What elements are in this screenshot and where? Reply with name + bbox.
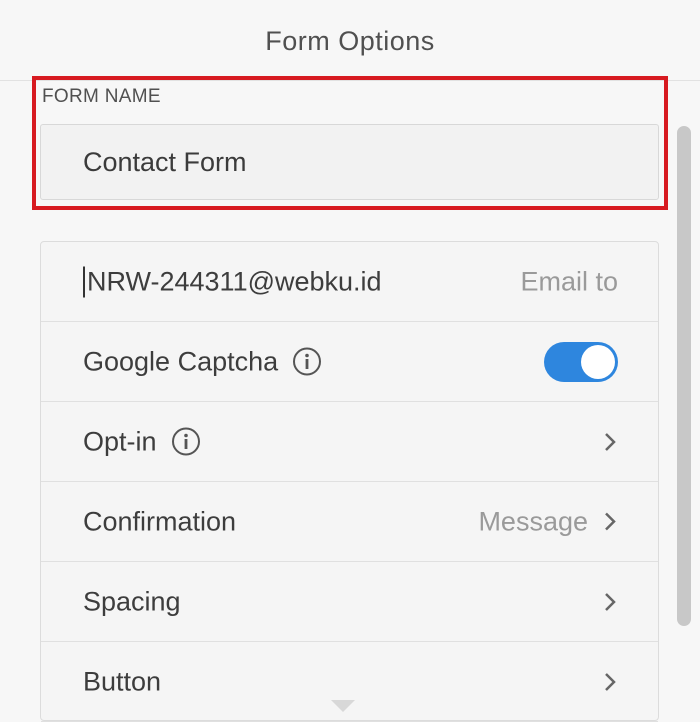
scrollbar[interactable] [677, 126, 691, 626]
info-icon[interactable] [171, 427, 201, 457]
confirmation-label: Confirmation [83, 506, 237, 536]
button-label: Button [83, 666, 162, 696]
opt-in-label: Opt-in [83, 426, 157, 456]
panel-header: Form Options [0, 0, 700, 81]
google-captcha-row[interactable]: Google Captcha [41, 322, 658, 402]
chevron-right-icon [605, 512, 616, 531]
spacing-label: Spacing [83, 586, 181, 616]
spacing-row[interactable]: Spacing [41, 562, 658, 642]
email-to-input[interactable]: NRW-244311@webku.id [83, 266, 382, 297]
google-captcha-toggle[interactable] [544, 341, 618, 382]
confirmation-value: Message [478, 506, 588, 536]
info-icon[interactable] [292, 347, 322, 377]
google-captcha-label: Google Captcha [83, 346, 279, 376]
panel-title: Form Options [265, 26, 435, 56]
chevron-right-icon [605, 432, 616, 451]
toggle-knob [581, 344, 615, 379]
chevron-right-icon [605, 672, 616, 691]
form-name-input[interactable]: Contact Form [40, 124, 659, 200]
opt-in-row[interactable]: Opt-in [41, 402, 658, 482]
email-to-row[interactable]: NRW-244311@webku.id Email to [41, 242, 658, 322]
form-name-label: FORM NAME [42, 86, 161, 107]
email-to-placeholder: Email to [520, 266, 618, 296]
options-list: NRW-244311@webku.id Email to Google Capt… [40, 241, 659, 722]
chevron-right-icon [605, 592, 616, 611]
popover-pointer [331, 700, 355, 712]
confirmation-row[interactable]: Confirmation Message [41, 482, 658, 562]
